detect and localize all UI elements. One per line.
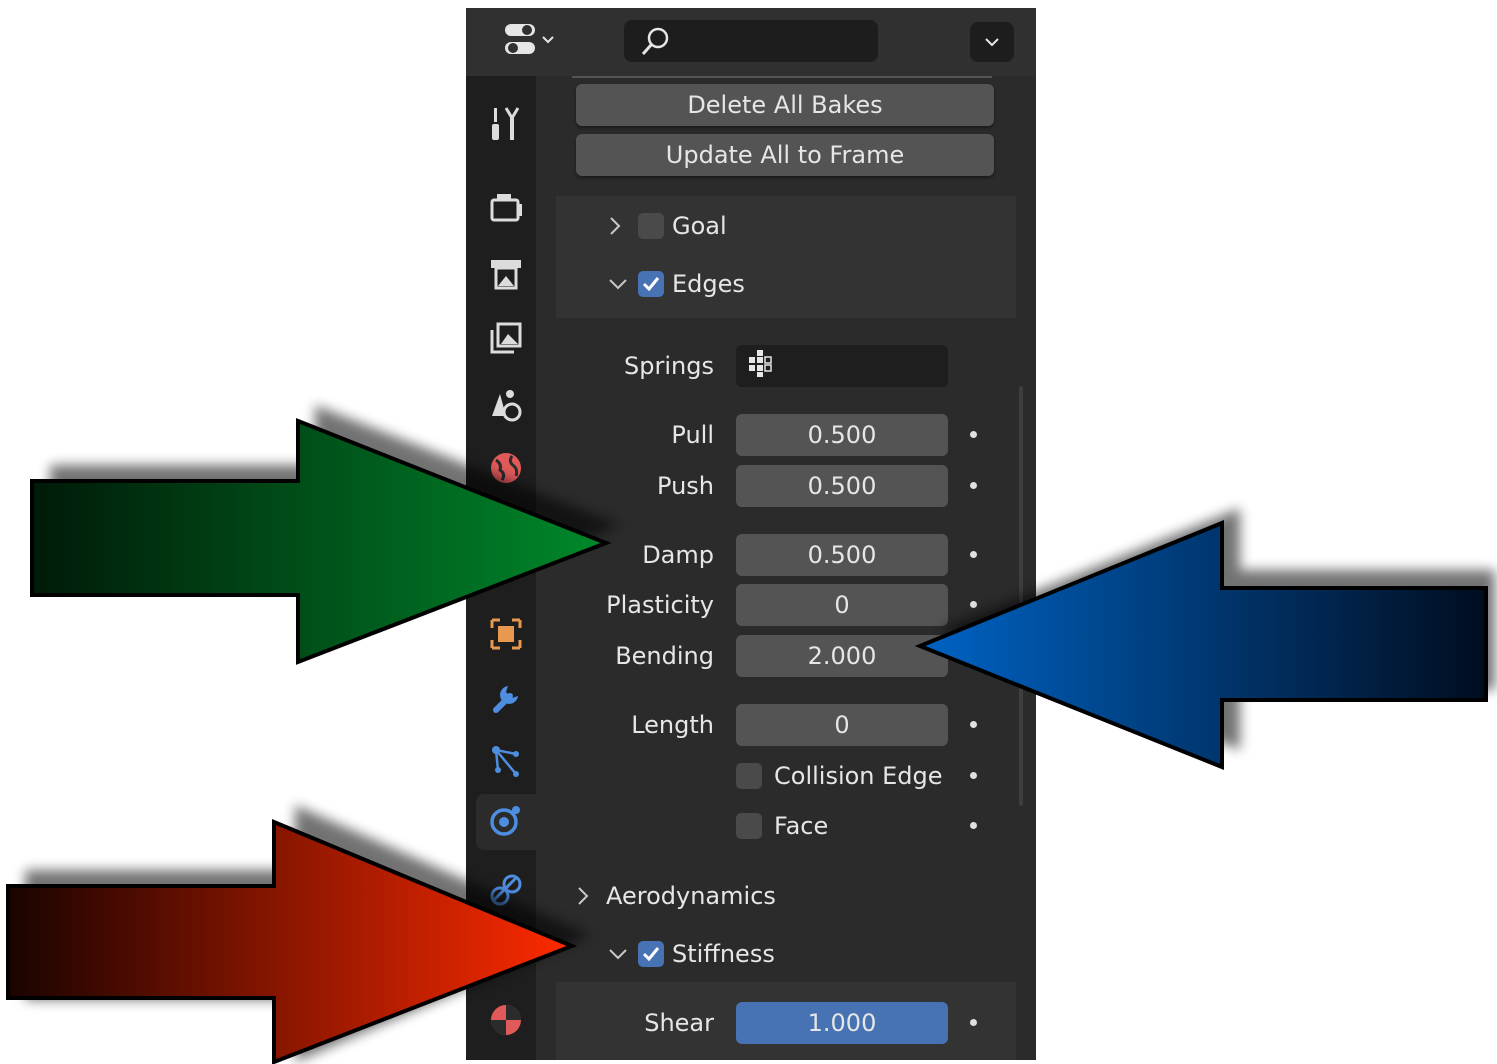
blue-arrow [914,520,1488,770]
green-arrow [30,418,612,665]
annotation-arrows [6,405,1495,1064]
red-arrow [6,819,578,1064]
screenshot-stage: Delete All Bakes Update All to Frame Goa… [0,0,1497,1064]
